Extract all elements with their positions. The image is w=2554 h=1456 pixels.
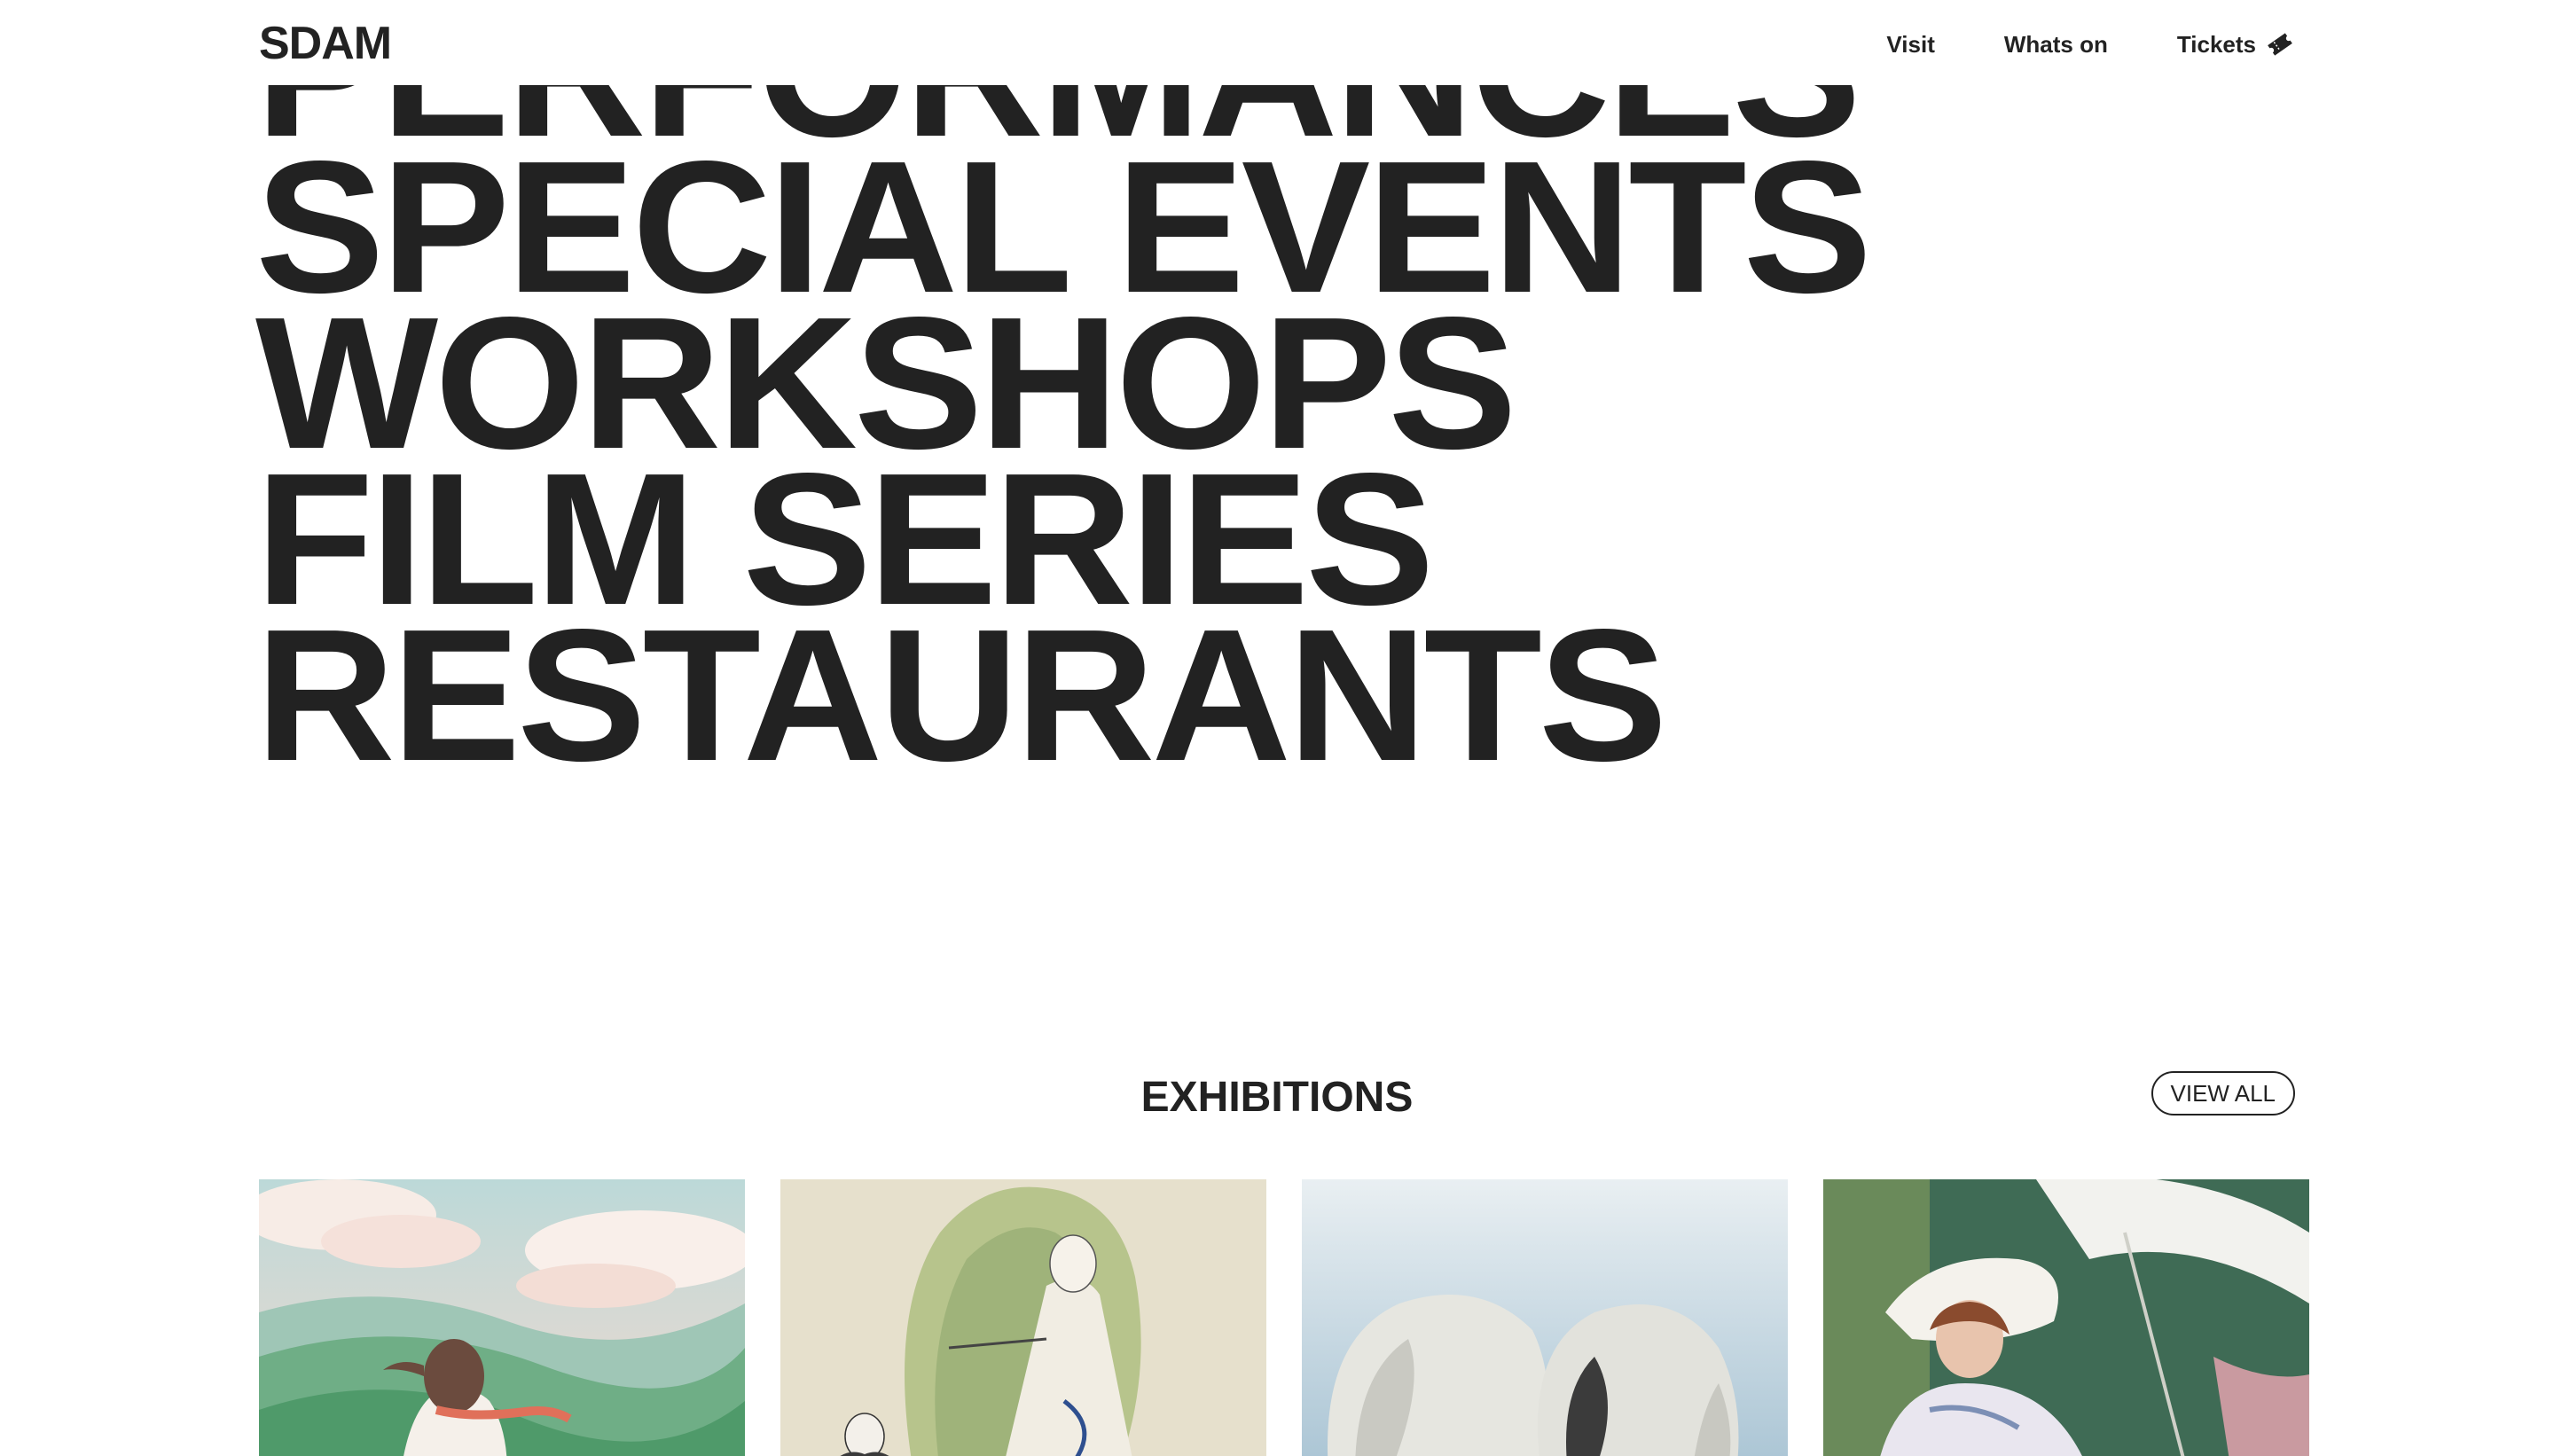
exhibition-cards xyxy=(259,1179,2309,1456)
exhibition-card-3[interactable] xyxy=(1302,1179,1788,1456)
exhibition-card-2[interactable] xyxy=(780,1179,1266,1456)
nav-tickets-label: Tickets xyxy=(2176,30,2256,58)
watercolor-parasol-image xyxy=(1823,1179,2309,1456)
surreal-veiled-image xyxy=(1302,1179,1788,1456)
anime-landscape-image xyxy=(259,1179,745,1456)
nav-visit[interactable]: Visit xyxy=(1886,31,1934,59)
nav-whats-on[interactable]: Whats on xyxy=(2004,31,2108,59)
art-nouveau-image xyxy=(780,1179,1266,1456)
hero-word-restaurants[interactable]: RESTAURANTS xyxy=(255,601,1868,789)
site-header: SDAM Visit Whats on Tickets xyxy=(0,0,2554,85)
exhibition-card-4[interactable] xyxy=(1823,1179,2309,1456)
view-all-button[interactable]: VIEW ALL xyxy=(2151,1071,2295,1115)
page: SDAM Visit Whats on Tickets PERFORMANCES… xyxy=(0,0,2554,1456)
exhibition-card-1[interactable] xyxy=(259,1179,745,1456)
nav-visit-label: Visit xyxy=(1886,30,1935,58)
site-logo[interactable]: SDAM xyxy=(259,12,392,74)
main-nav: Visit Whats on Tickets xyxy=(1886,25,2295,64)
ticket-icon xyxy=(2265,31,2295,58)
nav-tickets[interactable]: Tickets xyxy=(2177,31,2295,59)
hero-word-list: PERFORMANCES SPECIAL EVENTS WORKSHOPS FI… xyxy=(255,0,1872,789)
nav-whats-on-label: Whats on xyxy=(2003,30,2108,58)
